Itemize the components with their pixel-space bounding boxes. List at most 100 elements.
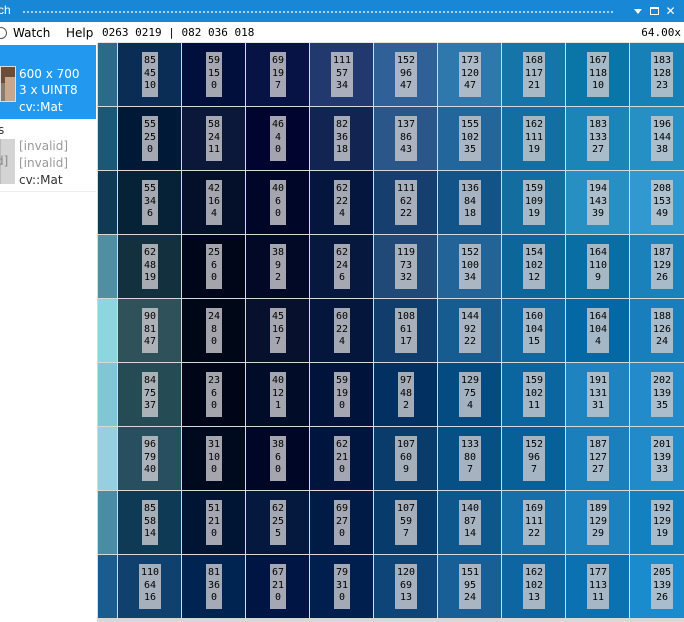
pixel-cell[interactable]: 24 8 0: [182, 299, 245, 362]
pixel-cell[interactable]: 107 60 9: [374, 427, 437, 490]
pixel-cell[interactable]: 140 87 14: [438, 491, 501, 554]
pixel-cell-edge[interactable]: [98, 427, 117, 490]
pixel-cell[interactable]: 196 144 38: [630, 107, 684, 170]
pixel-cell[interactable]: 136 84 18: [438, 171, 501, 234]
pixel-cell[interactable]: 38 6 0: [246, 427, 309, 490]
pixel-cell[interactable]: 189 129 29: [566, 491, 629, 554]
pixel-cell[interactable]: 208 153 49: [630, 171, 684, 234]
pixel-cell[interactable]: 85 58 14: [118, 491, 181, 554]
pixel-cell[interactable]: 164 104 4: [566, 299, 629, 362]
pixel-cell[interactable]: 177 113 11: [566, 555, 629, 618]
pixel-cell[interactable]: 155 102 35: [438, 107, 501, 170]
pixel-cell[interactable]: 173 120 47: [438, 43, 501, 106]
pixel-cell[interactable]: 152 100 34: [438, 235, 501, 298]
pixel-cell[interactable]: 96 79 40: [118, 427, 181, 490]
menu-watch[interactable]: Watch: [13, 26, 50, 40]
invalid-size[interactable]: [invalid]: [19, 139, 68, 153]
pixel-cell[interactable]: 183 128 23: [630, 43, 684, 106]
pixel-cell[interactable]: 38 9 2: [246, 235, 309, 298]
pixel-cell[interactable]: 42 16 4: [182, 171, 245, 234]
pixel-cell[interactable]: 164 110 9: [566, 235, 629, 298]
pixel-cell[interactable]: 152 96 7: [502, 427, 565, 490]
pixel-cell[interactable]: 133 80 7: [438, 427, 501, 490]
pixel-cell[interactable]: 58 24 11: [182, 107, 245, 170]
menu-help[interactable]: Help: [66, 26, 93, 40]
pixel-cell-edge[interactable]: [98, 235, 117, 298]
pixel-cell[interactable]: 159 109 19: [502, 171, 565, 234]
pixel-cell[interactable]: 168 117 21: [502, 43, 565, 106]
pixel-cell[interactable]: 59 19 0: [310, 363, 373, 426]
pixel-cell[interactable]: 67 21 0: [246, 555, 309, 618]
pixel-grid-view[interactable]: 85 45 10 59 15 0 69 19 7 111 57 34 152 96 47…: [98, 43, 684, 622]
pixel-cell-edge[interactable]: [98, 555, 117, 618]
pixel-cell[interactable]: 144 92 22: [438, 299, 501, 362]
pixel-cell[interactable]: 110 64 16: [118, 555, 181, 618]
pixel-cell[interactable]: 90 81 47: [118, 299, 181, 362]
pixel-cell[interactable]: 159 102 11: [502, 363, 565, 426]
pixel-cell[interactable]: 81 36 0: [182, 555, 245, 618]
pixel-cell[interactable]: 120 69 13: [374, 555, 437, 618]
pixel-cell[interactable]: 62 21 0: [310, 427, 373, 490]
pixel-cell[interactable]: 108 61 17: [374, 299, 437, 362]
pixel-cell[interactable]: 40 6 0: [246, 171, 309, 234]
pixel-cell[interactable]: 187 129 26: [630, 235, 684, 298]
pixel-cell[interactable]: 160 104 15: [502, 299, 565, 362]
pixel-cell[interactable]: 31 10 0: [182, 427, 245, 490]
maximize-icon[interactable]: [648, 4, 661, 18]
pixel-cell[interactable]: 183 133 27: [566, 107, 629, 170]
pixel-cell[interactable]: 111 57 34: [310, 43, 373, 106]
pixel-cell[interactable]: 62 25 5: [246, 491, 309, 554]
pixel-cell[interactable]: 162 111 19: [502, 107, 565, 170]
pixel-cell[interactable]: 205 139 26: [630, 555, 684, 618]
pixel-cell-edge[interactable]: [98, 107, 117, 170]
pixel-cell[interactable]: 107 59 7: [374, 491, 437, 554]
pixel-cell[interactable]: 62 48 19: [118, 235, 181, 298]
pixel-cell[interactable]: 97 48 2: [374, 363, 437, 426]
pixel-cell[interactable]: 162 102 13: [502, 555, 565, 618]
pixel-cell[interactable]: 69 27 0: [310, 491, 373, 554]
pixel-cell[interactable]: 187 127 27: [566, 427, 629, 490]
pixel-cell[interactable]: 62 22 4: [310, 171, 373, 234]
dropdown-icon[interactable]: [631, 4, 644, 18]
watch-item-selected[interactable]: 600 x 700 3 x UINT8 cv::Mat: [0, 45, 96, 119]
pixel-cell[interactable]: 119 73 32: [374, 235, 437, 298]
pixel-cell-edge[interactable]: [98, 43, 117, 106]
pixel-cell[interactable]: 69 19 7: [246, 43, 309, 106]
pixel-cell[interactable]: 25 6 0: [182, 235, 245, 298]
pixel-cell[interactable]: 202 139 35: [630, 363, 684, 426]
pixel-cell[interactable]: 62 24 6: [310, 235, 373, 298]
invalid-format[interactable]: [invalid]: [19, 156, 68, 170]
radio-icon[interactable]: [0, 27, 7, 39]
pixel-cell[interactable]: 167 118 10: [566, 43, 629, 106]
pixel-cell[interactable]: 111 62 22: [374, 171, 437, 234]
pixel-cell-edge[interactable]: [98, 491, 117, 554]
pixel-cell[interactable]: 192 129 19: [630, 491, 684, 554]
pixel-cell[interactable]: 151 95 24: [438, 555, 501, 618]
pixel-cell-edge[interactable]: [98, 299, 117, 362]
pixel-cell-edge[interactable]: [98, 171, 117, 234]
pixel-cell[interactable]: 154 102 12: [502, 235, 565, 298]
pixel-cell[interactable]: 191 131 31: [566, 363, 629, 426]
pixel-cell[interactable]: 169 111 22: [502, 491, 565, 554]
pixel-cell[interactable]: 137 86 43: [374, 107, 437, 170]
pixel-cell[interactable]: 84 75 37: [118, 363, 181, 426]
pixel-cell[interactable]: 55 34 6: [118, 171, 181, 234]
pixel-cell[interactable]: 79 31 0: [310, 555, 373, 618]
pixel-cell[interactable]: 129 75 4: [438, 363, 501, 426]
pixel-cell[interactable]: 55 25 0: [118, 107, 181, 170]
pixel-cell[interactable]: 82 36 18: [310, 107, 373, 170]
pixel-cell[interactable]: 23 6 0: [182, 363, 245, 426]
pixel-cell-edge[interactable]: [98, 363, 117, 426]
pixel-cell[interactable]: 194 143 39: [566, 171, 629, 234]
pixel-cell[interactable]: 152 96 47: [374, 43, 437, 106]
pixel-cell[interactable]: 188 126 24: [630, 299, 684, 362]
pixel-cell[interactable]: 40 12 1: [246, 363, 309, 426]
pixel-cell[interactable]: 85 45 10: [118, 43, 181, 106]
pixel-cell[interactable]: 51 21 0: [182, 491, 245, 554]
close-icon[interactable]: ✕: [664, 4, 677, 18]
pixel-cell[interactable]: 59 15 0: [182, 43, 245, 106]
pixel-cell[interactable]: 45 16 7: [246, 299, 309, 362]
pixel-cell[interactable]: 60 22 4: [310, 299, 373, 362]
pixel-cell[interactable]: 201 139 33: [630, 427, 684, 490]
invalid-type[interactable]: cv::Mat: [19, 173, 63, 187]
